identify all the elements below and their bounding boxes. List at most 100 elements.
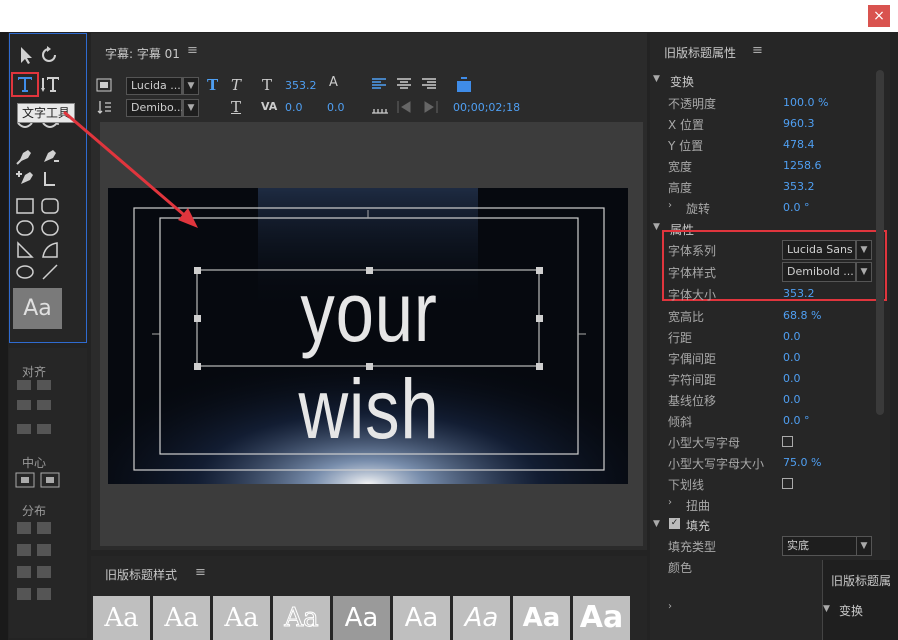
tab-stop-icon[interactable] bbox=[371, 99, 389, 115]
center-buttons-icon[interactable] bbox=[15, 472, 69, 488]
aspect-label: 宽高比 bbox=[668, 310, 705, 324]
leading-value[interactable]: 0.0 bbox=[327, 101, 345, 114]
timecode-value[interactable]: 00;00;02;18 bbox=[453, 101, 520, 114]
next-frame-icon[interactable] bbox=[421, 99, 439, 115]
rotation-value[interactable]: 0.0 ° bbox=[783, 201, 810, 214]
chevron-down-icon: ▼ bbox=[856, 263, 871, 281]
font-size-icon: T bbox=[262, 76, 273, 94]
pen-tool-icon[interactable] bbox=[15, 146, 35, 166]
align-left-icon[interactable] bbox=[371, 76, 387, 92]
font-family-select[interactable]: Lucida Sans bbox=[782, 240, 857, 260]
selection-tool-icon[interactable] bbox=[16, 45, 36, 65]
fill-section-label[interactable]: 填充 bbox=[686, 517, 710, 534]
close-button[interactable]: × bbox=[868, 5, 890, 27]
floating-transform-label[interactable]: 变换 bbox=[839, 602, 863, 619]
ellipse-tool-icon[interactable] bbox=[15, 262, 35, 282]
wedge-tool-icon[interactable] bbox=[15, 240, 35, 260]
font-family-arrow[interactable]: ▼ bbox=[182, 77, 199, 95]
style-swatch[interactable]: Aa bbox=[513, 596, 570, 640]
floating-panel-title[interactable]: 旧版标题属 bbox=[831, 572, 891, 589]
align-center-icon[interactable] bbox=[396, 76, 412, 92]
add-anchor-tool-icon[interactable] bbox=[15, 168, 35, 188]
fill-type-label: 填充类型 bbox=[668, 540, 717, 554]
baseline-value[interactable]: 0.0 bbox=[783, 393, 801, 406]
style-preview-swatch: Aa bbox=[13, 288, 62, 329]
underline-text-icon[interactable]: T bbox=[231, 98, 241, 116]
styles-menu-icon[interactable]: ≡ bbox=[195, 565, 206, 580]
font-style-select[interactable]: Demibold ... bbox=[782, 262, 857, 282]
vertical-type-tool-icon[interactable] bbox=[40, 74, 60, 94]
kerning-value[interactable]: 0.0 bbox=[285, 101, 303, 114]
roll-crawl-icon[interactable] bbox=[455, 76, 473, 94]
font-size-value[interactable]: 353.2 bbox=[285, 79, 317, 92]
chevron-right-icon[interactable]: › bbox=[668, 200, 672, 211]
font-style-select-arrow[interactable]: ▼ bbox=[855, 262, 872, 282]
background-video-icon[interactable] bbox=[96, 77, 112, 93]
kerning-label: 字偶间距 bbox=[668, 352, 717, 366]
align-right-icon[interactable] bbox=[421, 76, 437, 92]
font-family-dropdown[interactable]: Lucida ... bbox=[126, 77, 182, 95]
smallcaps-label: 小型大写字母 bbox=[668, 436, 741, 450]
chevron-down-icon[interactable]: ▼ bbox=[653, 74, 660, 84]
style-swatch[interactable]: Aa bbox=[153, 596, 210, 640]
title-menu-icon[interactable]: ≡ bbox=[187, 43, 198, 58]
style-swatch[interactable]: Aa bbox=[393, 596, 450, 640]
transform-section-label[interactable]: 变换 bbox=[670, 73, 694, 90]
x-position-label: X 位置 bbox=[668, 118, 705, 132]
opacity-value[interactable]: 100.0 % bbox=[783, 96, 828, 109]
style-swatch[interactable]: Aa bbox=[453, 596, 510, 640]
width-value[interactable]: 1258.6 bbox=[783, 159, 822, 172]
aspect-value[interactable]: 68.8 % bbox=[783, 309, 821, 322]
style-swatch[interactable]: Aa bbox=[573, 596, 630, 640]
canvas-title-text[interactable]: your wish bbox=[229, 264, 509, 458]
line-tool-icon[interactable] bbox=[40, 262, 60, 282]
prev-frame-icon[interactable] bbox=[396, 99, 414, 115]
arc-tool-icon[interactable] bbox=[40, 240, 60, 260]
properties-menu-icon[interactable]: ≡ bbox=[752, 43, 763, 58]
chevron-right-icon[interactable]: › bbox=[668, 497, 672, 508]
smallcaps-size-value[interactable]: 75.0 % bbox=[783, 456, 821, 469]
leading-prop-value[interactable]: 0.0 bbox=[783, 330, 801, 343]
style-swatch[interactable]: Aa bbox=[333, 596, 390, 640]
distort-label[interactable]: 扭曲 bbox=[686, 497, 710, 514]
kerning-prop-value[interactable]: 0.0 bbox=[783, 351, 801, 364]
type-tool-icon[interactable] bbox=[15, 74, 35, 94]
rotate-tool-icon[interactable] bbox=[40, 45, 60, 65]
slant-label: 倾斜 bbox=[668, 415, 693, 429]
chevron-down-icon: ▼ bbox=[856, 537, 871, 555]
clipped-corner-tool-icon[interactable] bbox=[15, 218, 35, 238]
font-size-prop-value[interactable]: 353.2 bbox=[783, 287, 815, 300]
distribute-buttons-icon[interactable] bbox=[15, 520, 55, 610]
convert-anchor-tool-icon[interactable] bbox=[40, 168, 60, 188]
style-swatch[interactable]: Aa bbox=[213, 596, 270, 640]
delete-anchor-tool-icon[interactable] bbox=[40, 146, 60, 166]
chevron-down-icon[interactable]: ▼ bbox=[653, 222, 660, 232]
slant-value[interactable]: 0.0 ° bbox=[783, 414, 810, 427]
chevron-right-icon[interactable]: › bbox=[668, 601, 672, 612]
leading-label: 行距 bbox=[668, 331, 693, 345]
properties-scrollbar[interactable] bbox=[876, 70, 884, 415]
bold-text-icon[interactable]: T bbox=[207, 76, 218, 94]
fill-checkbox[interactable]: ✓ bbox=[669, 518, 680, 529]
align-buttons-icon[interactable] bbox=[15, 378, 55, 448]
properties-tab[interactable]: 旧版标题属性 bbox=[664, 44, 736, 61]
rounded-corner-tool-icon[interactable] bbox=[40, 218, 60, 238]
chevron-down-icon[interactable]: ▼ bbox=[653, 519, 660, 529]
style-swatch[interactable]: Aa bbox=[93, 596, 150, 640]
font-family-select-arrow[interactable]: ▼ bbox=[855, 240, 872, 260]
rounded-rectangle-tool-icon[interactable] bbox=[40, 196, 60, 216]
tracking-value[interactable]: 0.0 bbox=[783, 372, 801, 385]
style-swatch[interactable]: Aa bbox=[273, 596, 330, 640]
x-position-value[interactable]: 960.3 bbox=[783, 117, 815, 130]
chevron-down-icon[interactable]: ▼ bbox=[823, 604, 830, 614]
y-position-value[interactable]: 478.4 bbox=[783, 138, 815, 151]
fill-type-select[interactable]: 实底 ▼ bbox=[782, 536, 872, 556]
italic-text-icon[interactable]: T bbox=[231, 76, 241, 94]
height-value[interactable]: 353.2 bbox=[783, 180, 815, 193]
underline-checkbox[interactable] bbox=[782, 478, 793, 489]
tracking-label: 字符间距 bbox=[668, 373, 717, 387]
rectangle-tool-icon[interactable] bbox=[15, 196, 35, 216]
smallcaps-checkbox[interactable] bbox=[782, 436, 793, 447]
styles-tab[interactable]: 旧版标题样式 bbox=[105, 566, 177, 583]
title-tab[interactable]: 字幕: 字幕 01 bbox=[105, 45, 180, 62]
